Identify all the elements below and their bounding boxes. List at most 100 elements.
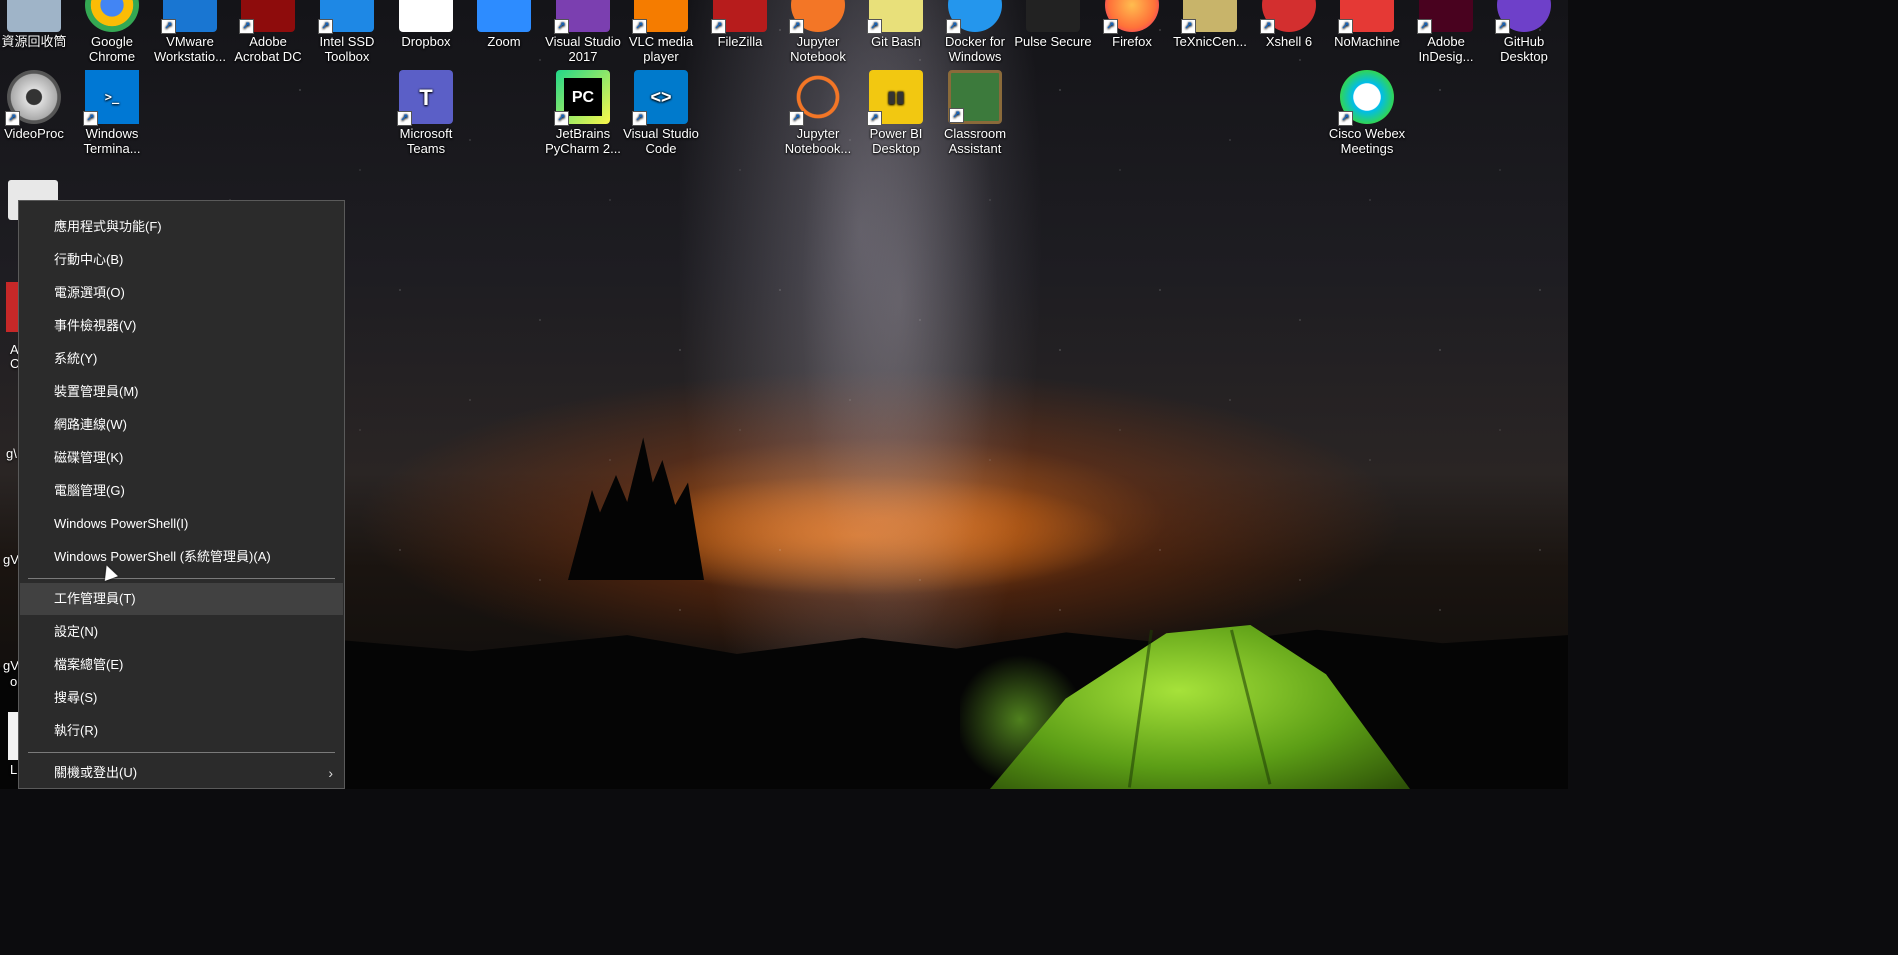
icon-label: Google Chrome <box>88 34 136 64</box>
shortcut-arrow-icon: ↗ <box>1417 19 1432 34</box>
desktop-icon-teams[interactable]: T ↗ Microsoft Teams <box>387 70 465 156</box>
desktop-icon-intel-ssd[interactable]: ↗ Intel SSD Toolbox <box>308 0 386 64</box>
menu-item-powershell[interactable]: Windows PowerShell(I) <box>20 508 343 540</box>
menu-item-label: 搜尋(S) <box>54 690 98 705</box>
windows-terminal-icon: >_ ↗ <box>83 70 139 126</box>
zoom-icon <box>477 0 531 32</box>
icon-label: Firefox <box>1112 34 1152 49</box>
desktop-icon-indesign[interactable]: ↗ Adobe InDesig... <box>1407 0 1485 64</box>
menu-item-run[interactable]: 執行(R) <box>20 715 343 747</box>
desktop-icon-jupyter-2[interactable]: ↗ Jupyter Notebook... <box>779 70 857 156</box>
desktop-icon-chrome[interactable]: Google Chrome <box>73 0 151 64</box>
menu-item-label: 執行(R) <box>54 723 99 738</box>
desktop-icon-nomachine[interactable]: ↗ NoMachine <box>1328 0 1406 49</box>
menu-item-task-manager[interactable]: 工作管理員(T) <box>20 583 343 615</box>
menu-item-disk-management[interactable]: 磁碟管理(K) <box>20 442 343 474</box>
menu-item-powershell-admin[interactable]: Windows PowerShell (系統管理員)(A) <box>20 541 343 573</box>
desktop-icon-firefox[interactable]: ↗ Firefox <box>1093 0 1171 49</box>
partial-label: L <box>10 762 18 777</box>
desktop-icon-github-desktop[interactable]: ↗ GitHub Desktop <box>1485 0 1563 64</box>
filezilla-icon: ↗ <box>711 0 767 34</box>
icon-label: Jupyter Notebook <box>790 34 846 64</box>
desktop-icon-power-bi[interactable]: ▮▮ ↗ Power BI Desktop <box>857 70 935 156</box>
power-bi-icon: ▮▮ ↗ <box>867 70 923 126</box>
menu-item-power-options[interactable]: 電源選項(O) <box>20 277 343 309</box>
desktop-icon-pycharm[interactable]: PC ↗ JetBrains PyCharm 2... <box>544 70 622 156</box>
icon-label: Microsoft Teams <box>399 126 453 156</box>
icon-label: VMware Workstatio... <box>153 34 226 64</box>
menu-item-device-manager[interactable]: 裝置管理員(M) <box>20 376 343 408</box>
menu-item-label: Windows PowerShell (系統管理員)(A) <box>54 549 271 564</box>
desktop-icon-xshell[interactable]: ↗ Xshell 6 <box>1250 0 1328 49</box>
desktop-icon-acrobat[interactable]: ↗ Adobe Acrobat DC <box>229 0 307 64</box>
desktop-icon-recycle-bin[interactable]: 資源回收筒 <box>0 0 73 49</box>
videoproc-icon: ↗ <box>5 70 61 126</box>
icon-label: Git Bash <box>871 34 921 49</box>
jupyter-icon: ↗ <box>789 70 845 126</box>
shortcut-arrow-icon: ↗ <box>789 19 804 34</box>
shortcut-arrow-icon: ↗ <box>867 111 882 126</box>
menu-item-label: 檔案總管(E) <box>54 657 124 672</box>
partial-label: gV <box>3 552 19 567</box>
shortcut-arrow-icon: ↗ <box>239 19 254 34</box>
desktop-icon-webex[interactable]: ↗ Cisco Webex Meetings <box>1328 70 1406 156</box>
icon-label: Power BI Desktop <box>869 126 923 156</box>
menu-item-apps-and-features[interactable]: 應用程式與功能(F) <box>20 211 343 243</box>
menu-item-file-explorer[interactable]: 檔案總管(E) <box>20 649 343 681</box>
menu-item-event-viewer[interactable]: 事件檢視器(V) <box>20 310 343 342</box>
acrobat-icon: ↗ <box>239 0 295 34</box>
menu-item-system[interactable]: 系統(Y) <box>20 343 343 375</box>
icon-label: VideoProc <box>4 126 64 141</box>
desktop-icon-videoproc[interactable]: ↗ VideoProc <box>0 70 73 141</box>
webex-icon: ↗ <box>1338 70 1394 126</box>
partial-label: gV <box>3 658 19 673</box>
desktop-icon-vlc[interactable]: ↗ VLC media player <box>622 0 700 64</box>
menu-item-settings[interactable]: 設定(N) <box>20 616 343 648</box>
shortcut-arrow-icon: ↗ <box>946 19 961 34</box>
desktop-icon-vmware[interactable]: ↗ VMware Workstatio... <box>151 0 229 64</box>
desktop-icon-vscode[interactable]: <> ↗ Visual Studio Code <box>622 70 700 156</box>
shortcut-arrow-icon: ↗ <box>632 19 647 34</box>
pycharm-icon: PC ↗ <box>554 70 610 126</box>
chevron-right-icon: › <box>328 765 333 781</box>
icon-label: Jupyter Notebook... <box>784 126 852 156</box>
menu-item-action-center[interactable]: 行動中心(B) <box>20 244 343 276</box>
icon-label: 資源回收筒 <box>1 34 67 49</box>
partial-label: g\ <box>6 446 17 461</box>
menu-item-shut-down-or-sign-out[interactable]: 關機或登出(U) › <box>20 757 343 789</box>
icon-label: NoMachine <box>1334 34 1400 49</box>
desktop-icon-filezilla[interactable]: ↗ FileZilla <box>701 0 779 49</box>
desktop-icon-visual-studio[interactable]: ↗ Visual Studio 2017 <box>544 0 622 64</box>
icon-label: GitHub Desktop <box>1500 34 1548 64</box>
icon-label: Cisco Webex Meetings <box>1328 126 1406 156</box>
icon-label: Classroom Assistant <box>943 126 1007 156</box>
shortcut-arrow-icon: ↗ <box>1495 19 1510 34</box>
icon-label: Xshell 6 <box>1265 34 1313 49</box>
menu-item-label: 電源選項(O) <box>54 285 125 300</box>
shortcut-arrow-icon: ↗ <box>554 19 569 34</box>
desktop-icon-classroom-assistant[interactable]: ↗ Classroom Assistant <box>936 70 1014 156</box>
icon-label: JetBrains PyCharm 2... <box>545 126 621 156</box>
menu-item-search[interactable]: 搜尋(S) <box>20 682 343 714</box>
shortcut-arrow-icon: ↗ <box>1338 19 1353 34</box>
desktop-icon-dropbox[interactable]: Dropbox <box>387 0 465 49</box>
menu-item-label: Windows PowerShell(I) <box>54 516 189 531</box>
icon-label: Zoom <box>487 34 521 49</box>
icon-label: Visual Studio Code <box>623 126 699 156</box>
shortcut-arrow-icon: ↗ <box>632 111 647 126</box>
shortcut-arrow-icon: ↗ <box>318 19 333 34</box>
menu-item-label: 行動中心(B) <box>54 252 124 267</box>
classroom-assistant-icon: ↗ <box>948 70 1002 124</box>
desktop-icon-docker[interactable]: ↗ Docker for Windows <box>936 0 1014 64</box>
desktop-icon-texniccenter[interactable]: ↗ TeXnicCen... <box>1171 0 1249 49</box>
desktop-icon-git-bash[interactable]: ↗ Git Bash <box>857 0 935 49</box>
desktop-icon-zoom[interactable]: Zoom <box>465 0 543 49</box>
desktop-icon-windows-terminal[interactable]: >_ ↗ Windows Termina... <box>73 70 151 156</box>
shortcut-arrow-icon: ↗ <box>83 111 98 126</box>
desktop-icon-pulse-secure[interactable]: Pulse Secure <box>1014 0 1092 49</box>
menu-item-network-connections[interactable]: 網路連線(W) <box>20 409 343 441</box>
menu-item-computer-management[interactable]: 電腦管理(G) <box>20 475 343 507</box>
shortcut-arrow-icon: ↗ <box>554 111 569 126</box>
icon-label: Docker for Windows <box>945 34 1005 64</box>
desktop-icon-jupyter[interactable]: ↗ Jupyter Notebook <box>779 0 857 64</box>
